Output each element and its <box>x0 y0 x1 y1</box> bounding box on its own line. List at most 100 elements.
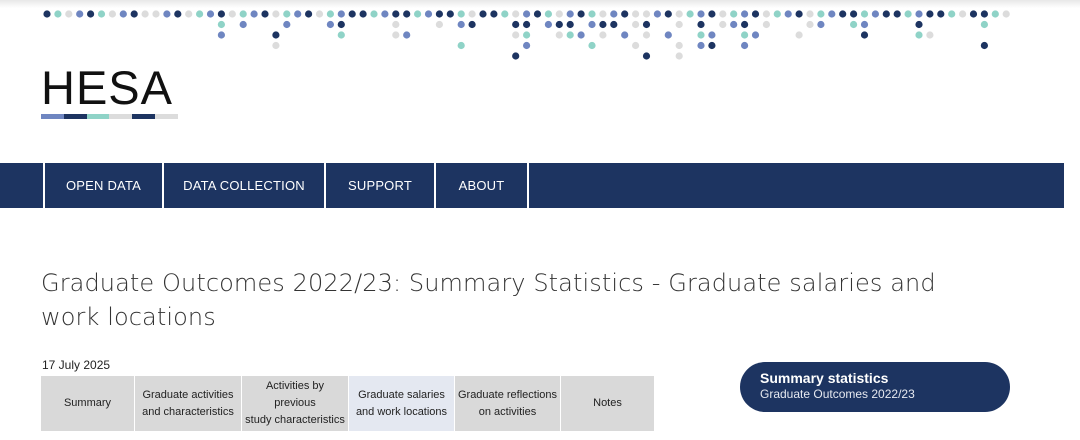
decorative-dot <box>468 20 476 29</box>
decorative-dot <box>599 10 607 18</box>
decorative-dot <box>65 10 73 18</box>
decorative-dot <box>632 10 640 18</box>
decorative-dot <box>697 31 705 39</box>
decorative-dot <box>741 41 749 50</box>
decorative-dot <box>403 31 411 39</box>
decorative-dot <box>326 10 334 18</box>
decorative-dot <box>730 10 738 18</box>
tab-graduate-activities[interactable]: Graduate activities and characteristics <box>135 376 242 431</box>
decorative-dot <box>697 10 705 18</box>
decorative-dot <box>76 10 84 18</box>
decorative-dot <box>915 31 923 39</box>
summary-statistics-button[interactable]: Summary statistics Graduate Outcomes 202… <box>740 362 1010 412</box>
tab-label: Graduate activities <box>142 388 234 401</box>
decorative-dot <box>686 10 694 18</box>
decorative-dot <box>479 10 487 18</box>
decorative-dot <box>926 31 934 39</box>
decorative-dot <box>250 10 258 18</box>
decorative-dot <box>141 10 149 18</box>
decorative-dot <box>392 10 400 18</box>
decorative-dot <box>762 10 771 18</box>
decorative-dot <box>588 20 596 29</box>
tab-label: on activities <box>478 405 537 418</box>
decorative-dot <box>577 31 585 39</box>
decorative-dot <box>642 10 651 18</box>
decorative-dot <box>272 10 280 18</box>
decorative-dot <box>675 20 683 29</box>
decorative-dot <box>457 20 465 29</box>
decorative-dot <box>762 20 771 29</box>
decorative-dot <box>642 20 651 29</box>
decorative-dot <box>915 10 923 18</box>
nav-support[interactable]: SUPPORT <box>326 163 436 208</box>
decorative-dot <box>599 31 607 39</box>
decorative-dot <box>414 10 422 18</box>
decorative-dot <box>305 10 313 18</box>
decorative-dot <box>381 10 389 18</box>
tab-label: Graduate salaries <box>358 388 445 401</box>
decorative-dot <box>544 10 553 18</box>
decorative-dot <box>708 41 716 50</box>
decorative-dot <box>697 41 705 50</box>
decorative-dot <box>850 20 858 29</box>
hesa-logo[interactable]: HESA <box>41 64 181 119</box>
decorative-dot <box>217 20 225 29</box>
decorative-dot <box>337 20 345 29</box>
decorative-dot <box>348 10 356 18</box>
decorative-dot <box>588 41 596 50</box>
decorative-dot <box>893 10 901 18</box>
decorative-dot <box>860 20 869 29</box>
tab-previous-study[interactable]: Activities by previous study characterist… <box>242 376 349 431</box>
decorative-dot <box>457 41 465 50</box>
tab-label: Graduate reflections <box>457 388 558 401</box>
decorative-dot <box>806 10 814 18</box>
decorative-dot <box>991 10 999 18</box>
decorative-dot <box>97 10 106 18</box>
decorative-dot <box>948 10 956 18</box>
decorative-dot <box>424 10 433 18</box>
decorative-dot <box>228 10 236 18</box>
decorative-dot <box>642 52 651 60</box>
decorative-dot <box>675 41 683 50</box>
decorative-dot <box>642 31 651 39</box>
decorative-dot <box>621 31 629 39</box>
decorative-dot <box>523 20 531 29</box>
tab-label: and characteristics <box>142 405 234 418</box>
decorative-dot <box>337 10 345 18</box>
decorative-dot <box>741 31 749 39</box>
decorative-dot <box>108 10 116 18</box>
decorative-dot <box>392 20 400 29</box>
decorative-dot <box>708 10 716 18</box>
main-navigation: OPEN DATA DATA COLLECTION SUPPORT ABOUT <box>0 163 1064 208</box>
decorative-dot <box>828 10 836 18</box>
decorative-dot <box>370 10 378 18</box>
tab-notes[interactable]: Notes <box>561 376 655 431</box>
decorative-dot <box>294 10 302 18</box>
decorative-dot <box>741 20 749 29</box>
tab-label: Summary <box>63 397 112 409</box>
decorative-dot <box>283 10 291 18</box>
decorative-dot <box>697 20 705 29</box>
decorative-dot <box>555 31 563 39</box>
decorative-dot <box>457 10 465 18</box>
decorative-dot <box>544 20 553 29</box>
decorative-dot <box>708 31 716 39</box>
nav-open-data[interactable]: OPEN DATA <box>45 163 164 208</box>
decorative-dot <box>577 10 585 18</box>
decorative-dot <box>337 31 345 39</box>
decorative-dot <box>523 10 531 18</box>
nav-data-collection[interactable]: DATA COLLECTION <box>164 163 326 208</box>
nav-about[interactable]: ABOUT <box>436 163 529 208</box>
decorative-dot <box>610 10 618 18</box>
tab-summary[interactable]: Summary <box>41 376 135 431</box>
tab-reflections[interactable]: Graduate reflections on activities <box>455 376 561 431</box>
tab-salaries-locations[interactable]: Graduate salaries and work locations <box>349 376 455 431</box>
decorative-dot <box>174 10 182 18</box>
decorative-dot <box>730 20 738 29</box>
decorative-dot <box>719 20 727 29</box>
decorative-dot <box>860 10 869 18</box>
decorative-dot <box>533 10 542 18</box>
decorative-dot <box>882 10 890 18</box>
decorative-dot <box>468 10 476 18</box>
decorative-dot <box>512 20 520 29</box>
